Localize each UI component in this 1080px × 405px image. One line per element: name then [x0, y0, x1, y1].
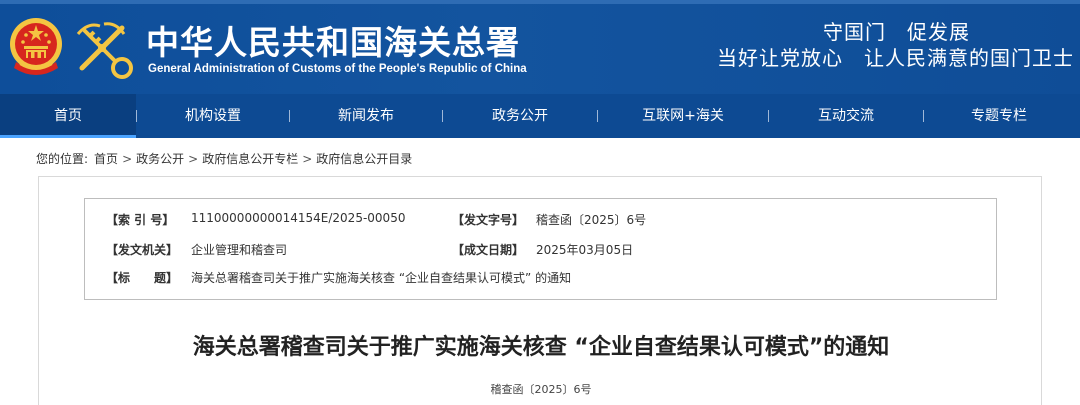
document-number: 稽查函〔2025〕6号 — [490, 383, 592, 396]
main-nav: 首页 机构设置 新闻发布 政务公开 互联网+海关 互动交流 专题专栏 — [0, 94, 1080, 138]
breadcrumb-item-government-affairs[interactable]: 政务公开 — [136, 150, 184, 167]
breadcrumb-separator: > — [122, 151, 133, 166]
document-metadata-box: 【索 引 号】 11100000000014154E/2025-00050 【发… — [84, 198, 997, 300]
breadcrumb-separator: > — [302, 151, 313, 166]
article-container: 【索 引 号】 11100000000014154E/2025-00050 【发… — [38, 176, 1042, 405]
date-value: 2025年03月05日 — [536, 243, 634, 257]
site-title: 中华人民共和国海关总署 — [146, 23, 520, 62]
nav-item-organization[interactable]: 机构设置 — [137, 94, 289, 138]
nav-item-government-affairs[interactable]: 政务公开 — [443, 94, 597, 138]
issuer-label: 【发文机关】 — [106, 243, 179, 257]
site-header: 中华人民共和国海关总署 General Administration of Cu… — [0, 0, 1080, 94]
site-title-english: General Administration of Customs of the… — [148, 63, 527, 75]
breadcrumb-item-home[interactable]: 首页 — [94, 150, 118, 167]
breadcrumb-item-info-column[interactable]: 政府信息公开专栏 — [202, 150, 298, 167]
nav-item-home[interactable]: 首页 — [0, 94, 136, 138]
title-label: 【标 题】 — [106, 271, 179, 285]
document-number-label: 【发文字号】 — [452, 213, 525, 227]
nav-item-special-topics[interactable]: 专题专栏 — [924, 94, 1074, 138]
nav-item-interaction[interactable]: 互动交流 — [769, 94, 923, 138]
document-number-value: 稽查函〔2025〕6号 — [536, 213, 647, 227]
issuer-value: 企业管理和稽查司 — [191, 243, 288, 257]
national-emblem-icon[interactable] — [6, 14, 66, 80]
customs-emblem-icon[interactable] — [70, 14, 134, 80]
breadcrumb: 您的位置: 首页 > 政务公开 > 政府信息公开专栏 > 政府信息公开目录 — [36, 150, 412, 167]
title-value: 海关总署稽查司关于推广实施海关核查 “企业自查结果认可模式” 的通知 — [191, 271, 572, 285]
breadcrumb-prefix: 您的位置: — [36, 152, 89, 166]
date-label: 【成文日期】 — [452, 243, 525, 257]
slogan-line-2: 当好让党放心 让人民满意的国门卫士 — [717, 46, 1074, 70]
index-number-value: 11100000000014154E/2025-00050 — [191, 211, 406, 225]
nav-item-internet-customs[interactable]: 互联网+海关 — [598, 94, 768, 138]
document-title: 海关总署稽查司关于推广实施海关核查 “企业自查结果认可模式”的通知 — [192, 335, 890, 360]
index-number-label: 【索 引 号】 — [106, 213, 175, 227]
nav-item-news[interactable]: 新闻发布 — [290, 94, 442, 138]
breadcrumb-separator: > — [188, 151, 199, 166]
slogan-line-1: 守国门 促发展 — [823, 20, 970, 44]
breadcrumb-item-info-directory[interactable]: 政府信息公开目录 — [316, 150, 412, 167]
header-top-stripe — [0, 0, 1080, 4]
